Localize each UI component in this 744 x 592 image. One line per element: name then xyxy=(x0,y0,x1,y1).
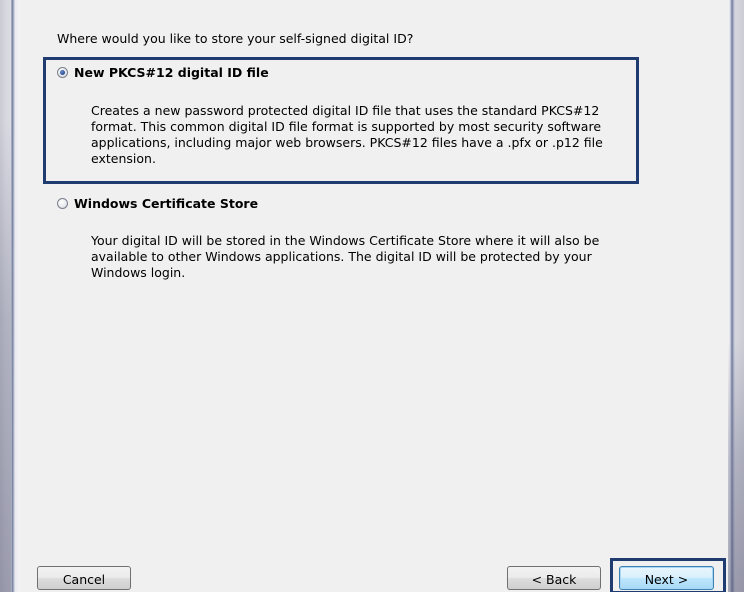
windows-store-description-line: Windows login. xyxy=(91,265,186,280)
screenshot-root: Where would you like to store your self-… xyxy=(0,0,744,592)
windows-store-radio[interactable] xyxy=(57,198,68,209)
window-frame-left-shade xyxy=(0,120,11,592)
windows-store-description-line: available to other Windows applications.… xyxy=(91,249,592,264)
storage-prompt: Where would you like to store your self-… xyxy=(57,31,414,46)
windows-store-radio-label[interactable]: Windows Certificate Store xyxy=(74,196,258,211)
windows-store-description: Your digital ID will be stored in the Wi… xyxy=(91,233,651,281)
windows-store-description-line: Your digital ID will be stored in the Wi… xyxy=(91,233,600,248)
window-frame-right-shade xyxy=(728,340,744,592)
next-button-highlight xyxy=(610,558,726,592)
dialog-content: Where would you like to store your self-… xyxy=(20,0,728,592)
cancel-button[interactable]: Cancel xyxy=(37,566,131,590)
selected-option-highlight xyxy=(43,57,639,184)
back-button[interactable]: < Back xyxy=(507,566,601,590)
